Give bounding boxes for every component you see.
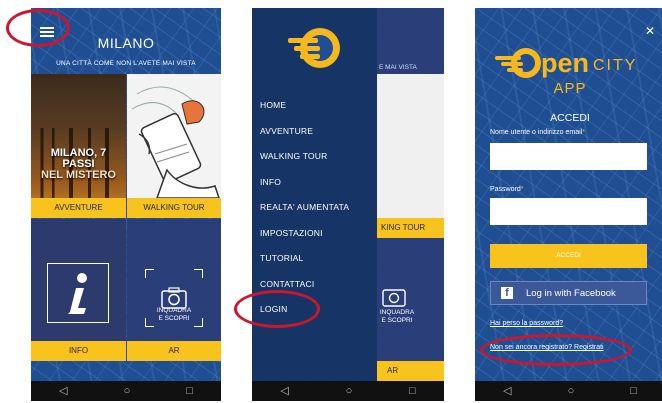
opencity-logo-icon [288, 28, 340, 68]
login-screen: ✕ pen CITY APP ACCEDI Nome utente o indi… [475, 8, 662, 401]
frame-corner [145, 269, 154, 278]
ar-tile[interactable]: INQUADRA E SCOPRI AR [127, 219, 221, 361]
subtitle-fragment: E MAI VISTA [379, 64, 417, 71]
opencity-logo-icon [495, 48, 541, 78]
recent-apps-icon[interactable]: □ [186, 385, 193, 397]
facebook-icon: f [501, 287, 513, 299]
frame-corner [194, 269, 203, 278]
android-nav-bar: ◁ ○ □ [31, 381, 221, 401]
book-cover-title: MILANO, 7 PASSI NEL MISTERO [35, 148, 122, 181]
home-icon[interactable]: ○ [346, 385, 353, 397]
walking-tour-label-behind: KING TOUR [377, 218, 444, 238]
menu-item-home[interactable]: HOME [260, 100, 286, 110]
login-submit-button[interactable]: ACCEDI [490, 244, 647, 268]
back-icon[interactable]: ◁ [503, 385, 511, 397]
adventures-tile[interactable]: MILANO, 7 PASSI NEL MISTERO AVVENTURE [31, 74, 126, 218]
menu-item-tutorial[interactable]: TUTORIAL [260, 253, 303, 263]
home-screen: MILANO UNA CITTÀ COME NON L'AVETE MAI VI… [31, 8, 221, 401]
city-title: MILANO [97, 35, 155, 51]
walking-tour-image-behind [377, 74, 444, 218]
brand-city-text: CITY [593, 57, 638, 74]
ar-caption-line-1: INQUADRA [156, 307, 192, 314]
book-title-line-2: NEL MISTERO [41, 169, 116, 181]
ar-caption-line-1: INQUADRA [379, 309, 415, 316]
walking-tour-tile[interactable]: WALKING TOUR [127, 74, 221, 218]
ar-caption-line-2: E SCOPRI [158, 315, 190, 322]
hand-phone-illustration [131, 86, 220, 198]
ar-caption-line-2: E SCOPRI [381, 317, 413, 324]
brand-open-text: pen [541, 48, 590, 78]
android-nav-bar: ◁ ○ □ [475, 381, 662, 401]
menu-item-impostazioni[interactable]: IMPOSTAZIONI [260, 228, 323, 238]
info-tile[interactable]: INFO [31, 219, 126, 361]
opencity-brand-logo: pen CITY [475, 46, 662, 106]
ar-label-behind: AR [377, 361, 444, 381]
ar-label[interactable]: AR [127, 341, 221, 361]
username-label: Nome utente o indirizzo email* [490, 129, 585, 136]
recent-apps-icon[interactable]: □ [630, 385, 637, 397]
info-label[interactable]: INFO [31, 341, 126, 361]
required-mark: * [582, 129, 585, 136]
login-heading: ACCEDI [550, 112, 590, 124]
home-icon[interactable]: ○ [124, 385, 131, 397]
required-mark: * [520, 186, 524, 193]
book-title-line-1: MILANO, 7 PASSI [50, 147, 107, 170]
menu-item-contattaci[interactable]: CONTATTACI [260, 279, 314, 289]
back-icon[interactable]: ◁ [59, 385, 67, 397]
facebook-login-label: Log in with Facebook [526, 288, 616, 299]
ar-caption: INQUADRA E SCOPRI [127, 307, 221, 323]
ar-caption-behind: INQUADRA E SCOPRI [377, 309, 417, 325]
android-nav-bar: ◁ ○ □ [252, 381, 444, 401]
camera-icon [382, 289, 406, 307]
menu-item-walking-tour[interactable]: WALKING TOUR [260, 151, 327, 161]
menu-item-info[interactable]: INFO [260, 177, 281, 187]
facebook-login-button[interactable]: f Log in with Facebook [490, 281, 647, 305]
password-label-text: Password [490, 186, 521, 193]
register-link[interactable]: Non sei ancora registrato? Registrati [490, 344, 604, 351]
password-label: Password* [490, 186, 523, 193]
home-icon[interactable]: ○ [568, 385, 575, 397]
brand-app-text: APP [553, 80, 587, 97]
walking-tour-label[interactable]: WALKING TOUR [127, 198, 221, 218]
close-icon[interactable]: ✕ [645, 24, 655, 38]
home-header: MILANO UNA CITTÀ COME NON L'AVETE MAI VI… [31, 8, 221, 74]
info-icon-frame [47, 263, 109, 323]
forgot-password-link[interactable]: Hai perso la password? [490, 320, 563, 327]
menu-item-realta-aumentata[interactable]: REALTA' AUMENTATA [260, 202, 349, 212]
adventures-label[interactable]: AVVENTURE [31, 198, 126, 218]
side-drawer: HOME AVVENTURE WALKING TOUR INFO REALTA'… [252, 8, 377, 381]
home-screen-behind: E MAI VISTA KING TOUR INQUADRA E SCOPRI … [377, 8, 444, 381]
back-icon[interactable]: ◁ [280, 385, 288, 397]
menu-item-login[interactable]: LOGIN [260, 304, 287, 314]
info-icon [68, 273, 87, 314]
username-label-text: Nome utente o indirizzo email [490, 129, 583, 136]
recent-apps-icon[interactable]: □ [409, 385, 416, 397]
city-subtitle: UNA CITTÀ COME NON L'AVETE MAI VISTA [56, 60, 196, 67]
username-input[interactable] [490, 143, 647, 170]
menu-screen: E MAI VISTA KING TOUR INQUADRA E SCOPRI … [252, 8, 444, 401]
menu-item-avventure[interactable]: AVVENTURE [260, 126, 313, 136]
password-input[interactable] [490, 198, 647, 225]
